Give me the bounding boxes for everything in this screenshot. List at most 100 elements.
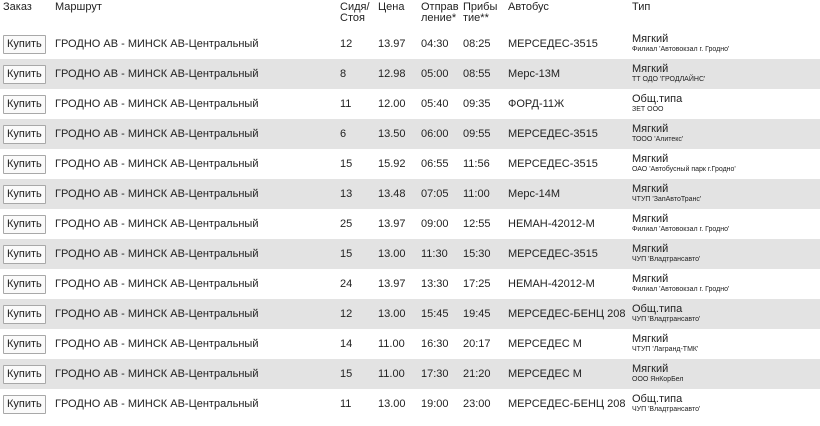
price-cell: 11.00 <box>378 338 405 350</box>
bus-type: Общ.типа <box>632 393 683 405</box>
header-route: Маршрут <box>55 1 102 13</box>
departure-cell: 06:00 <box>418 119 460 149</box>
bus-type: Мягкий <box>632 333 669 345</box>
schedule-table: Заказ Маршрут Сидя/ Стоя Цена Отправ лен… <box>0 0 820 419</box>
buy-cell: Купить <box>0 179 52 209</box>
buy-button[interactable]: Купить <box>3 94 46 114</box>
buy-cell: Купить <box>0 269 52 299</box>
buy-cell: Купить <box>0 149 52 179</box>
carrier-name: Филиал 'Автовокзал г. Гродно' <box>632 226 730 233</box>
type-cell: Мягкий ОАО 'Автобусный парк г.Гродно' <box>629 149 820 179</box>
departure-cell: 19:00 <box>421 398 449 410</box>
table-row: Купить ГРОДНО АВ - МИНСК АВ-Центральный 8 1… <box>0 59 820 89</box>
buy-button[interactable]: Купить <box>3 334 46 354</box>
arrival-cell: 08:25 <box>463 38 491 50</box>
route-cell: ГРОДНО АВ - МИНСК АВ-Центральный <box>52 119 337 149</box>
header-type: Тип <box>632 1 651 13</box>
departure-cell: 06:55 <box>421 158 449 170</box>
bus-cell: ФОРД-11Ж <box>508 97 565 110</box>
arrival-cell: 09:35 <box>463 98 491 110</box>
buy-button[interactable]: Купить <box>3 364 46 384</box>
bus-type: Мягкий <box>632 213 669 225</box>
seats-cell: 6 <box>337 119 375 149</box>
arrival-cell: 17:25 <box>463 278 491 290</box>
table-row: Купить ГРОДНО АВ - МИНСК АВ-Центральный 13… <box>0 179 820 209</box>
route-cell: ГРОДНО АВ - МИНСК АВ-Центральный <box>52 179 337 209</box>
bus-cell: МЕРСЕДЕС М <box>505 359 629 389</box>
seats-cell: 13 <box>337 179 375 209</box>
seats-cell: 12 <box>337 299 375 329</box>
price-cell: 12.98 <box>375 59 418 89</box>
bus-type: Мягкий <box>632 363 669 375</box>
bus-type: Мягкий <box>632 273 669 285</box>
type-cell: Общ.типа ЧУП 'Владтрансавто' <box>629 389 820 419</box>
carrier-name: ТООО 'Алитекс' <box>632 136 684 143</box>
arrival-cell: 23:00 <box>463 398 491 410</box>
buy-button[interactable]: Купить <box>3 184 46 204</box>
departure-cell: 09:00 <box>421 218 449 230</box>
type-cell: Мягкий Филиал 'Автовокзал г. Гродно' <box>629 209 820 239</box>
carrier-name: Филиал 'Автовокзал г. Гродно' <box>632 286 730 293</box>
table-row: Купить ГРОДНО АВ - МИНСК АВ-Центральный 12… <box>0 29 820 59</box>
type-cell: Мягкий Филиал 'Автовокзал г. Гродно' <box>629 269 820 299</box>
arrival-cell: 08:55 <box>460 59 505 89</box>
table-header-row: Заказ Маршрут Сидя/ Стоя Цена Отправ лен… <box>0 0 820 29</box>
bus-cell: МЕРСЕДЕС-3515 <box>505 239 629 269</box>
price-cell: 13.50 <box>375 119 418 149</box>
price-cell: 13.00 <box>378 398 406 410</box>
table-row: Купить ГРОДНО АВ - МИНСК АВ-Центральный 15… <box>0 149 820 179</box>
buy-cell: Купить <box>0 359 52 389</box>
buy-cell: Купить <box>0 29 52 59</box>
type-cell: Мягкий ЧТУП 'ЗапАвтоТранс' <box>629 179 820 209</box>
buy-button[interactable]: Купить <box>3 154 46 174</box>
departure-cell: 17:30 <box>418 359 460 389</box>
type-cell: Общ.типа ЗЕТ ООО <box>629 89 820 119</box>
seats-cell: 15 <box>337 359 375 389</box>
bus-type: Мягкий <box>632 183 669 195</box>
buy-button[interactable]: Купить <box>3 244 46 264</box>
carrier-name: ЧУП 'Владтрансавто' <box>632 256 701 263</box>
buy-cell: Купить <box>0 389 52 419</box>
bus-type: Мягкий <box>632 33 669 45</box>
arrival-cell: 11:56 <box>463 158 490 170</box>
buy-button[interactable]: Купить <box>3 64 46 84</box>
bus-cell: МЕРСЕДЕС-3515 <box>508 157 598 170</box>
seats-cell: 8 <box>337 59 375 89</box>
buy-button[interactable]: Купить <box>3 214 46 234</box>
seats-cell: 12 <box>340 38 353 50</box>
bus-type: Общ.типа <box>632 93 683 105</box>
arrival-cell: 21:20 <box>460 359 505 389</box>
route-cell: ГРОДНО АВ - МИНСК АВ-Центральный <box>52 239 337 269</box>
buy-cell: Купить <box>0 119 52 149</box>
buy-button[interactable]: Купить <box>3 394 46 414</box>
bus-cell: Мерс-13М <box>505 59 629 89</box>
carrier-name: ЧТУП 'Лагранд-ТМК' <box>632 346 699 353</box>
buy-cell: Купить <box>0 299 52 329</box>
route-cell: ГРОДНО АВ - МИНСК АВ-Центральный <box>55 218 259 230</box>
seats-cell: 25 <box>340 218 353 230</box>
carrier-name: ЧУП 'Владтрансавто' <box>632 406 701 413</box>
carrier-name: ТТ ОДО 'ГРОДЛАЙНС' <box>632 76 706 83</box>
arrival-cell: 12:55 <box>463 218 491 230</box>
buy-button[interactable]: Купить <box>3 34 46 54</box>
seats-cell: 24 <box>340 278 353 290</box>
buy-button[interactable]: Купить <box>3 274 46 294</box>
carrier-name: ЧУП 'Владтрансавто' <box>632 316 701 323</box>
price-cell: 13.00 <box>375 239 418 269</box>
route-cell: ГРОДНО АВ - МИНСК АВ-Центральный <box>52 359 337 389</box>
buy-button[interactable]: Купить <box>3 124 46 144</box>
route-cell: ГРОДНО АВ - МИНСК АВ-Центральный <box>55 158 259 170</box>
departure-cell: 05:00 <box>418 59 460 89</box>
header-seats: Сидя/ Стоя <box>340 1 370 24</box>
buy-cell: Купить <box>0 59 52 89</box>
seats-cell: 11 <box>340 98 352 110</box>
header-order: Заказ <box>3 1 32 13</box>
table-row: Купить ГРОДНО АВ - МИНСК АВ-Центральный 14… <box>0 329 820 359</box>
bus-cell: МЕРСЕДЕС-БЕНЦ 208 <box>505 299 629 329</box>
buy-button[interactable]: Купить <box>3 304 46 324</box>
seats-cell: 15 <box>340 158 353 170</box>
route-cell: ГРОДНО АВ - МИНСК АВ-Центральный <box>55 338 259 350</box>
bus-cell: НЕМАН-42012-М <box>508 217 595 230</box>
bus-cell: МЕРСЕДЕС-3515 <box>505 119 629 149</box>
arrival-cell: 09:55 <box>460 119 505 149</box>
